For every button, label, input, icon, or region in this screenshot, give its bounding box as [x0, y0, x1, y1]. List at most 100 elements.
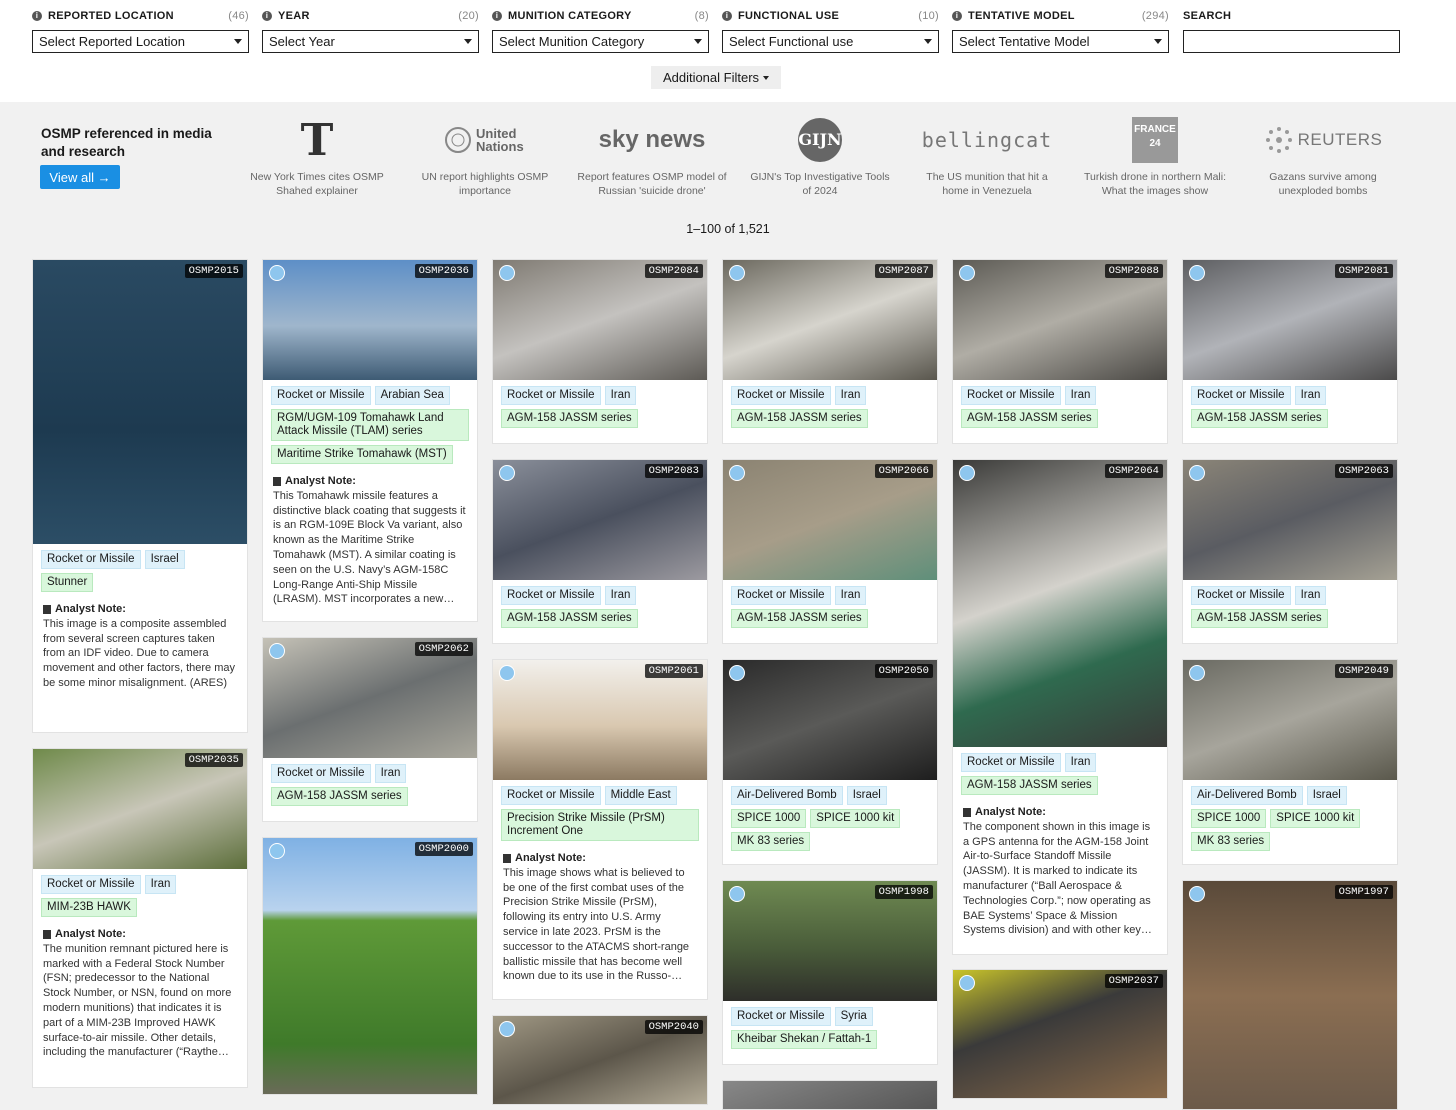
category-tag[interactable]: Middle East: [604, 786, 677, 805]
model-tag[interactable]: AGM-158 JASSM series: [501, 409, 638, 428]
category-tag[interactable]: Rocket or Missile: [501, 386, 601, 405]
category-tag[interactable]: Iran: [1294, 586, 1327, 605]
view-all-button[interactable]: View all →: [40, 165, 120, 189]
category-tag[interactable]: Arabian Sea: [374, 386, 450, 405]
record-card[interactable]: OSMP2037: [952, 969, 1168, 1099]
additional-filters-button[interactable]: Additional Filters: [651, 66, 781, 89]
category-tag[interactable]: Iran: [144, 875, 177, 894]
category-tag[interactable]: Rocket or Missile: [271, 386, 371, 405]
record-card[interactable]: OSMP1997: [1182, 880, 1398, 1110]
category-tag[interactable]: Rocket or Missile: [41, 550, 141, 569]
model-tag[interactable]: AGM-158 JASSM series: [1191, 409, 1328, 428]
model-tag[interactable]: Stunner: [41, 573, 94, 592]
category-tag[interactable]: Iran: [1294, 386, 1327, 405]
record-thumbnail[interactable]: OSMP2061: [493, 660, 707, 780]
media-item-bellingcat[interactable]: bellingcat The US munition that hit a ho…: [912, 114, 1062, 198]
category-tag[interactable]: Syria: [834, 1007, 873, 1026]
record-thumbnail[interactable]: OSMP2035: [33, 749, 247, 869]
category-tag[interactable]: Iran: [604, 386, 637, 405]
record-thumbnail[interactable]: OSMP1998: [723, 881, 937, 1001]
info-icon[interactable]: i: [262, 11, 272, 21]
model-tag[interactable]: Precision Strike Missile (PrSM) Incremen…: [501, 809, 699, 841]
record-thumbnail[interactable]: OSMP2088: [953, 260, 1167, 380]
record-thumbnail[interactable]: OSMP2083: [493, 460, 707, 580]
tentative-model-select[interactable]: Select Tentative Model: [952, 30, 1169, 53]
media-item-sky[interactable]: sky news Report features OSMP model of R…: [577, 114, 727, 198]
category-tag[interactable]: Iran: [1064, 753, 1097, 772]
category-tag[interactable]: Air-Delivered Bomb: [1191, 786, 1303, 805]
model-tag[interactable]: AGM-158 JASSM series: [731, 609, 868, 628]
record-thumbnail[interactable]: OSMP2087: [723, 260, 937, 380]
record-thumbnail[interactable]: OSMP2015: [33, 260, 247, 544]
reported-location-select[interactable]: Select Reported Location: [32, 30, 249, 53]
functional-use-select[interactable]: Select Functional use: [722, 30, 939, 53]
category-tag[interactable]: Iran: [834, 586, 867, 605]
year-select[interactable]: Select Year: [262, 30, 479, 53]
record-card[interactable]: OSMP2062 Rocket or Missile Iran AGM-158 JAS…: [262, 637, 478, 822]
category-tag[interactable]: Israel: [1306, 786, 1347, 805]
model-tag[interactable]: MK 83 series: [731, 832, 811, 851]
record-card[interactable]: OSMP2064 Rocket or Missile Iran AGM-158 JAS…: [952, 459, 1168, 955]
category-tag[interactable]: Rocket or Missile: [731, 1007, 831, 1026]
record-card[interactable]: OSMP2083 Rocket or Missile Iran AGM-158 JAS…: [492, 459, 708, 644]
record-card[interactable]: OSMP2081 Rocket or Missile Iran AGM-158 JAS…: [1182, 259, 1398, 444]
record-card[interactable]: OSMP2050 Air-Delivered Bomb Israel SPICE 10…: [722, 659, 938, 865]
model-tag[interactable]: SPICE 1000: [731, 809, 807, 828]
media-item-nyt[interactable]: T New York Times cites OSMP Shahed expla…: [242, 114, 392, 198]
record-thumbnail[interactable]: OSMP2050: [723, 660, 937, 780]
category-tag[interactable]: Iran: [1064, 386, 1097, 405]
model-tag[interactable]: AGM-158 JASSM series: [1191, 609, 1328, 628]
record-card[interactable]: OSMP1998 Rocket or Missile Syria Kheibar Sh…: [722, 880, 938, 1065]
media-item-un[interactable]: United Nations UN report highlights OSMP…: [410, 114, 560, 198]
record-card[interactable]: OSMP2036 Rocket or Missile Arabian Sea RGM/…: [262, 259, 478, 622]
model-tag[interactable]: Kheibar Shekan / Fattah-1: [731, 1030, 878, 1049]
category-tag[interactable]: Iran: [374, 764, 407, 783]
record-card[interactable]: OSMP2000: [262, 837, 478, 1095]
record-card[interactable]: OSMP2035 Rocket or Missile Iran MIM-23B HAW…: [32, 748, 248, 1088]
category-tag[interactable]: Rocket or Missile: [1191, 386, 1291, 405]
media-item-gijn[interactable]: GIJN GIJN's Top Investigative Tools of 2…: [745, 114, 895, 198]
model-tag[interactable]: SPICE 1000 kit: [810, 809, 901, 828]
category-tag[interactable]: Iran: [604, 586, 637, 605]
record-thumbnail[interactable]: OSMP2037: [953, 970, 1167, 1098]
category-tag[interactable]: Air-Delivered Bomb: [731, 786, 843, 805]
media-item-reuters[interactable]: REUTERS Gazans survive among unexploded …: [1248, 114, 1398, 198]
category-tag[interactable]: Rocket or Missile: [41, 875, 141, 894]
category-tag[interactable]: Rocket or Missile: [501, 586, 601, 605]
category-tag[interactable]: Rocket or Missile: [501, 786, 601, 805]
model-tag[interactable]: AGM-158 JASSM series: [961, 409, 1098, 428]
record-card[interactable]: OSMP2063 Rocket or Missile Iran AGM-158 JAS…: [1182, 459, 1398, 644]
search-input[interactable]: [1183, 30, 1400, 53]
record-thumbnail[interactable]: OSMP2049: [1183, 660, 1397, 780]
record-card[interactable]: OSMP2088 Rocket or Missile Iran AGM-158 JAS…: [952, 259, 1168, 444]
category-tag[interactable]: Rocket or Missile: [961, 753, 1061, 772]
record-card[interactable]: OSMP2084 Rocket or Missile Iran AGM-158 JAS…: [492, 259, 708, 444]
model-tag[interactable]: SPICE 1000 kit: [1270, 809, 1361, 828]
info-icon[interactable]: i: [492, 11, 502, 21]
category-tag[interactable]: Rocket or Missile: [1191, 586, 1291, 605]
munition-category-select[interactable]: Select Munition Category: [492, 30, 709, 53]
model-tag[interactable]: MIM-23B HAWK: [41, 898, 137, 917]
model-tag[interactable]: RGM/UGM-109 Tomahawk Land Attack Missile…: [271, 409, 469, 441]
category-tag[interactable]: Israel: [144, 550, 185, 569]
record-thumbnail[interactable]: OSMP2066: [723, 460, 937, 580]
record-thumbnail[interactable]: [723, 1081, 937, 1109]
record-card[interactable]: [722, 1080, 938, 1110]
record-thumbnail[interactable]: OSMP2000: [263, 838, 477, 1094]
info-icon[interactable]: i: [952, 11, 962, 21]
model-tag[interactable]: AGM-158 JASSM series: [961, 776, 1098, 795]
model-tag[interactable]: AGM-158 JASSM series: [271, 787, 408, 806]
record-thumbnail[interactable]: OSMP2081: [1183, 260, 1397, 380]
model-tag[interactable]: MK 83 series: [1191, 832, 1271, 851]
record-thumbnail[interactable]: OSMP2063: [1183, 460, 1397, 580]
record-thumbnail[interactable]: OSMP2036: [263, 260, 477, 380]
info-icon[interactable]: i: [722, 11, 732, 21]
category-tag[interactable]: Rocket or Missile: [961, 386, 1061, 405]
model-tag[interactable]: AGM-158 JASSM series: [501, 609, 638, 628]
category-tag[interactable]: Rocket or Missile: [271, 764, 371, 783]
record-thumbnail[interactable]: OSMP2064: [953, 460, 1167, 747]
record-card[interactable]: OSMP2061 Rocket or Missile Middle East Prec…: [492, 659, 708, 1000]
model-tag[interactable]: Maritime Strike Tomahawk (MST): [271, 445, 453, 464]
record-card[interactable]: OSMP2087 Rocket or Missile Iran AGM-158 JAS…: [722, 259, 938, 444]
record-card[interactable]: OSMP2049 Air-Delivered Bomb Israel SPICE 10…: [1182, 659, 1398, 865]
